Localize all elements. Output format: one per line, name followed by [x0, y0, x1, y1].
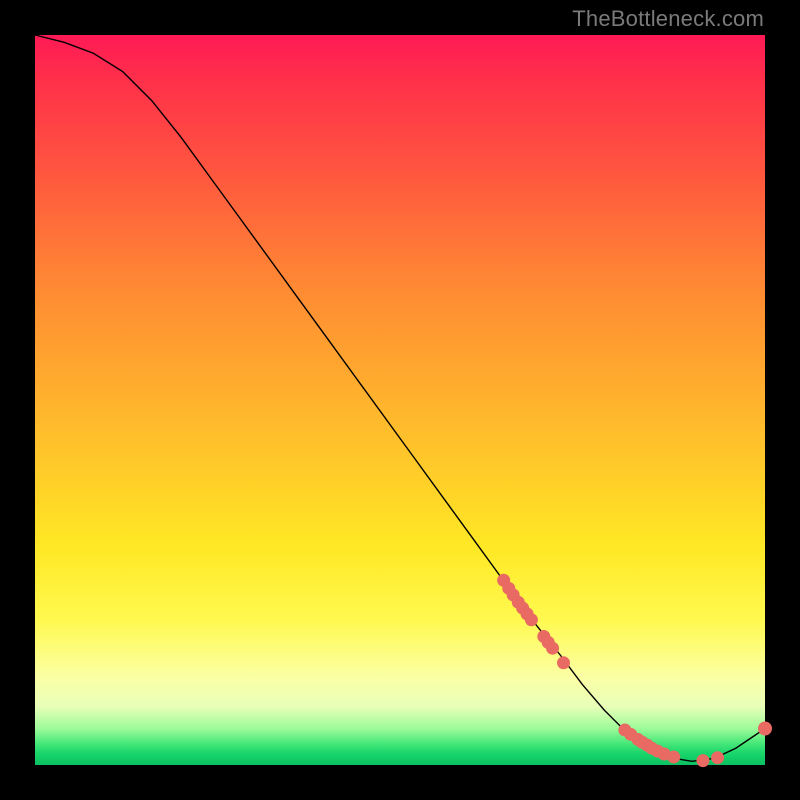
data-point [558, 657, 570, 669]
data-point [547, 642, 559, 654]
data-point [712, 752, 724, 764]
data-point [759, 722, 772, 735]
chart-svg [35, 35, 765, 765]
bottleneck-curve [35, 35, 765, 761]
highlight-dots [498, 574, 772, 766]
data-point [697, 755, 709, 767]
data-point [668, 751, 680, 763]
chart-stage: TheBottleneck.com [0, 0, 800, 800]
data-point [525, 614, 537, 626]
watermark-label: TheBottleneck.com [572, 6, 764, 32]
plot-area [35, 35, 765, 765]
